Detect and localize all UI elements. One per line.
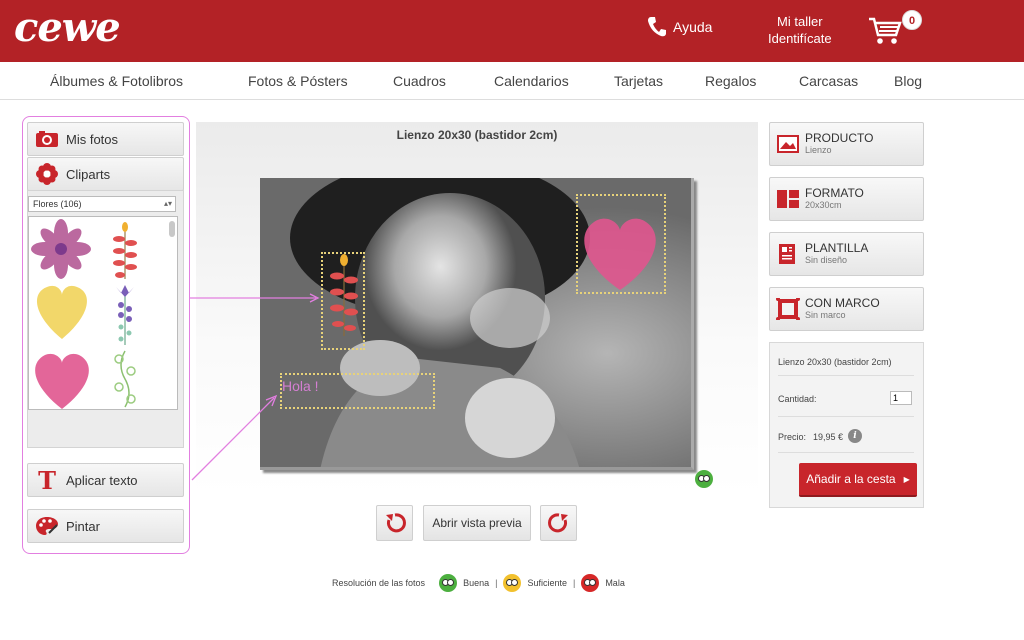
text-icon: T (38, 465, 56, 495)
clipart-pink-heart[interactable] (35, 353, 89, 409)
info-icon[interactable]: i (848, 429, 862, 443)
clipart-scrollbar[interactable] (168, 219, 176, 407)
good-quality-icon (439, 574, 458, 592)
clipart-green-vine[interactable] (114, 350, 136, 408)
account-line1: Mi taller (777, 14, 823, 29)
bad-label: Mala (605, 578, 625, 588)
scrollbar-thumb[interactable] (169, 221, 175, 237)
my-photos-button[interactable]: Mis fotos (27, 122, 184, 156)
cart-icon (869, 17, 902, 44)
quantity-input[interactable] (890, 391, 912, 405)
option-format[interactable]: FORMATO 20x30cm (769, 177, 924, 221)
add-to-cart-button[interactable]: Añadir a la cesta ▶ (799, 463, 917, 497)
option-template[interactable]: PLANTILLA Sin diseño (769, 232, 924, 276)
my-photos-label: Mis fotos (66, 131, 119, 147)
template-icon (779, 244, 795, 264)
legend-separator: | (495, 578, 498, 588)
nav-item-canvases[interactable]: Cuadros (393, 73, 446, 89)
summary-divider (778, 375, 914, 376)
nav-item-cards[interactable]: Tarjetas (614, 73, 663, 89)
option-product[interactable]: PRODUCTO Lienzo (769, 122, 924, 166)
nav-item-cases[interactable]: Carcasas (799, 73, 858, 89)
select-arrows-icon: ▴▾ (163, 199, 172, 208)
clipart-purple-flower[interactable] (31, 219, 91, 279)
legend-separator: | (572, 578, 576, 588)
option-template-title: PLANTILLA (805, 241, 869, 255)
option-format-value: 20x30cm (805, 200, 842, 210)
open-preview-button[interactable]: Abrir vista previa (423, 505, 531, 541)
clipart-category-value: Flores (106) (33, 199, 82, 209)
rotate-right-button[interactable] (540, 505, 577, 541)
resolution-label: Resolución de las fotos (332, 578, 426, 588)
layout-icon (777, 190, 799, 208)
flower-icon (28, 163, 66, 185)
ok-quality-icon (503, 574, 522, 592)
clipart-category-select[interactable]: Flores (106) ▴▾ (28, 196, 176, 212)
summary-divider (778, 416, 914, 417)
good-label: Buena (463, 578, 490, 588)
option-template-value: Sin diseño (805, 255, 848, 265)
top-header: cewe Ayuda Mi taller Identifícate 0 (0, 0, 1024, 62)
add-to-cart-label: Añadir a la cesta (806, 472, 896, 486)
option-frame-value: Sin marco (805, 310, 846, 320)
clipart-yellow-heart[interactable] (37, 285, 87, 339)
canvas-text-element[interactable]: Hola ! (282, 378, 319, 394)
caret-right-icon: ▶ (903, 474, 910, 484)
open-preview-label: Abrir vista previa (432, 516, 522, 530)
frame-icon (776, 298, 800, 320)
cewe-logo[interactable]: cewe (14, 6, 121, 50)
palette-icon (28, 516, 66, 536)
account-line2: Identifícate (768, 31, 832, 46)
option-product-value: Lienzo (805, 145, 832, 155)
canvas-title: Lienzo 20x30 (bastidor 2cm) (396, 128, 558, 142)
summary-divider (778, 452, 914, 453)
price-label: Precio: (778, 432, 807, 442)
photo-quality-good-icon (695, 470, 713, 488)
nav-item-photos[interactable]: Fotos & Pósters (248, 73, 348, 89)
clipart-red-branch[interactable] (113, 222, 137, 279)
branch-selection-box[interactable] (321, 252, 365, 350)
option-product-title: PRODUCTO (805, 131, 874, 145)
nav-item-calendars[interactable]: Calendarios (494, 73, 569, 89)
resolution-legend: Resolución de las fotos Buena | Suficien… (332, 574, 625, 592)
apply-text-button[interactable]: T Aplicar texto (27, 463, 184, 497)
heart-selection-box[interactable] (576, 194, 666, 294)
nav-item-gifts[interactable]: Regalos (705, 73, 756, 89)
paint-button[interactable]: Pintar (27, 509, 184, 543)
option-format-title: FORMATO (805, 186, 864, 200)
rotate-right-icon (547, 513, 568, 533)
picture-icon (777, 135, 799, 153)
cart-count-badge: 0 (902, 10, 922, 30)
help-link[interactable]: Ayuda (647, 16, 712, 38)
option-frame[interactable]: CON MARCO Sin marco (769, 287, 924, 331)
price-value: 19,95 € (813, 432, 844, 442)
account-link[interactable]: Mi taller Identifícate (768, 13, 832, 47)
option-frame-title: CON MARCO (805, 296, 880, 310)
nav-item-blog[interactable]: Blog (894, 73, 922, 89)
camera-icon (28, 130, 66, 148)
paint-label: Pintar (66, 518, 100, 534)
summary-product-name: Lienzo 20x30 (bastidor 2cm) (778, 357, 892, 367)
ok-label: Suficiente (527, 578, 567, 588)
cliparts-button[interactable]: Cliparts (27, 157, 184, 191)
apply-text-label: Aplicar texto (66, 472, 138, 488)
main-nav: Álbumes & Fotolibros Fotos & Pósters Cua… (0, 62, 1024, 100)
clipart-grid (28, 216, 178, 410)
phone-icon (648, 17, 666, 37)
quantity-label: Cantidad: (778, 394, 817, 404)
rotate-left-icon (385, 513, 406, 533)
cart-button[interactable]: 0 (868, 10, 924, 48)
rotate-left-button[interactable] (376, 505, 413, 541)
bad-quality-icon (581, 574, 600, 592)
nav-item-albums[interactable]: Álbumes & Fotolibros (50, 73, 183, 89)
help-label: Ayuda (673, 19, 713, 35)
cliparts-label: Cliparts (66, 166, 111, 182)
clipart-lavender[interactable] (116, 285, 134, 345)
